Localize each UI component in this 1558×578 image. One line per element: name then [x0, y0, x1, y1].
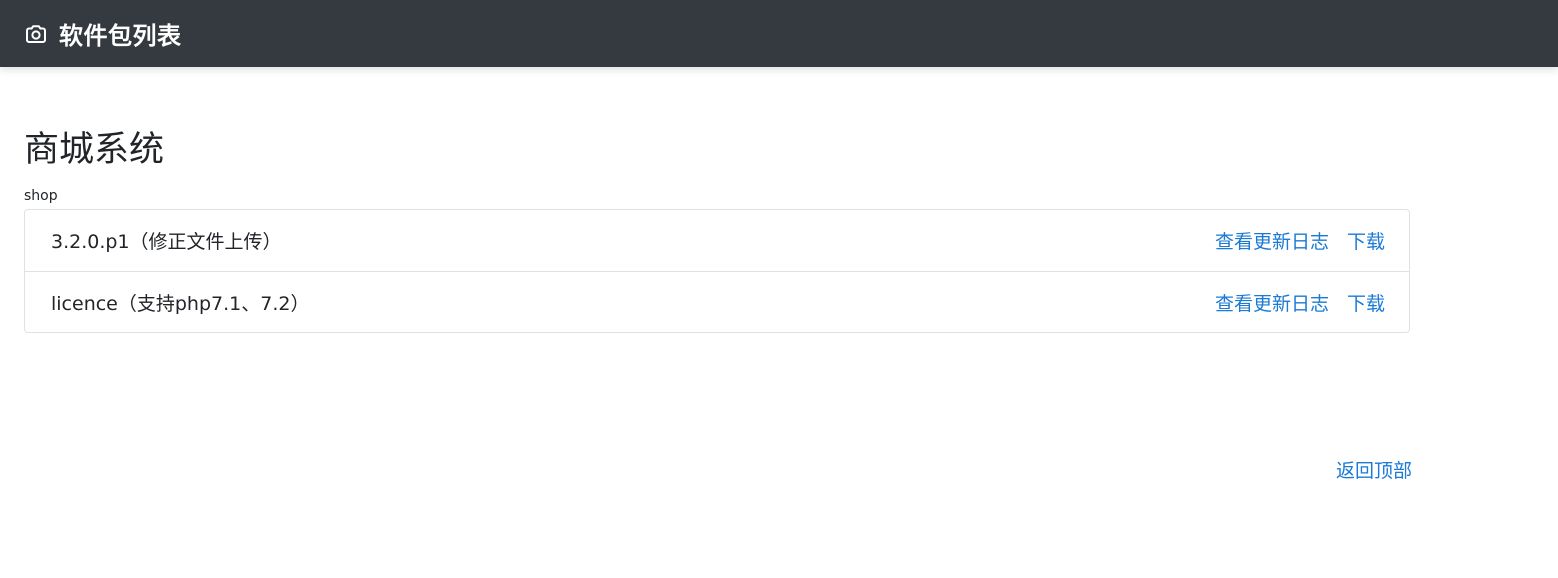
page-title: 软件包列表	[59, 22, 182, 50]
brand[interactable]: 软件包列表	[24, 0, 182, 67]
download-link[interactable]: 下载	[1347, 227, 1385, 254]
package-actions: 查看更新日志 下载	[1215, 289, 1385, 316]
camera-icon	[24, 22, 48, 46]
download-link[interactable]: 下载	[1347, 289, 1385, 316]
navbar: 软件包列表	[0, 0, 1558, 67]
section-title: 商城系统	[24, 130, 165, 170]
list-item: 3.2.0.p1（修正文件上传） 查看更新日志 下载	[25, 210, 1409, 271]
changelog-link[interactable]: 查看更新日志	[1215, 289, 1329, 316]
changelog-link[interactable]: 查看更新日志	[1215, 227, 1329, 254]
package-list: 3.2.0.p1（修正文件上传） 查看更新日志 下载 licence（支持php…	[24, 209, 1410, 333]
package-actions: 查看更新日志 下载	[1215, 227, 1385, 254]
back-to-top-link[interactable]: 返回顶部	[1336, 456, 1412, 483]
section-subtitle: shop	[24, 188, 58, 204]
package-name: licence（支持php7.1、7.2）	[51, 292, 310, 315]
package-name: 3.2.0.p1（修正文件上传）	[51, 231, 282, 253]
list-item: licence（支持php7.1、7.2） 查看更新日志 下载	[25, 271, 1409, 332]
